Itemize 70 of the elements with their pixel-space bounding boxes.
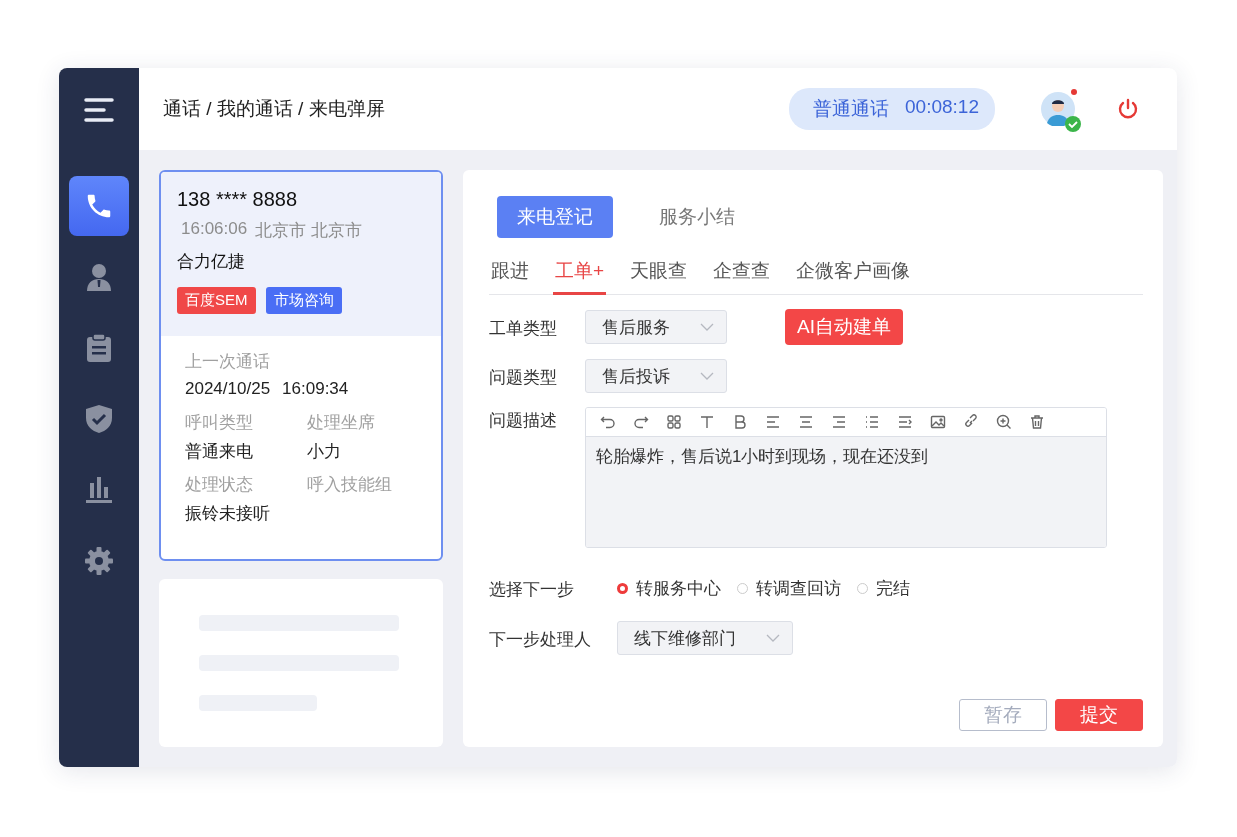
description-input[interactable]: 轮胎爆炸，售后说1小时到现场，现在还没到: [586, 437, 1106, 547]
chevron-down-icon: [700, 323, 714, 331]
field-label: 选择下一步: [489, 579, 575, 601]
radio-option[interactable]: 转调查回访: [737, 577, 841, 600]
clipboard-icon: [87, 334, 111, 362]
list-icon[interactable]: [864, 414, 880, 430]
field-value: 振铃未接听: [185, 503, 271, 525]
tab[interactable]: 工单+: [553, 254, 607, 295]
field-label: 上一次通话: [185, 351, 271, 373]
field-value: 小力: [307, 441, 342, 463]
field-label: 工单类型: [489, 317, 558, 340]
tab[interactable]: 来电登记: [497, 196, 613, 238]
company-name: 合力亿捷: [177, 251, 246, 273]
undo-icon[interactable]: [600, 414, 616, 430]
text-icon[interactable]: [699, 414, 715, 430]
bar-chart-icon: [86, 477, 112, 503]
tag: 市场咨询: [265, 287, 342, 314]
call-type: 普通通话: [813, 97, 890, 121]
field-label: 呼叫类型: [185, 412, 254, 434]
last-call-time: 16:09:34: [282, 379, 349, 399]
indent-icon[interactable]: [897, 414, 913, 430]
field-value: 普通来电: [185, 441, 254, 463]
tab[interactable]: 天眼查: [628, 254, 690, 295]
field-label: 问题描述: [489, 410, 558, 432]
menu-icon[interactable]: [84, 98, 114, 122]
field-label: 处理坐席: [307, 412, 376, 434]
submit-button[interactable]: 提交: [1055, 699, 1143, 731]
trash-icon[interactable]: [1029, 414, 1045, 430]
ai-create-button[interactable]: AI自动建单: [785, 309, 903, 345]
caller-location: 北京市 北京市: [255, 220, 362, 242]
align-left-icon[interactable]: [765, 414, 781, 430]
radio-label: 转服务中心: [636, 578, 721, 600]
shield-check-icon: [86, 405, 112, 433]
tab[interactable]: 服务小结: [639, 196, 755, 238]
breadcrumb: 通话 / 我的通话 / 来电弹屏: [163, 97, 386, 121]
redo-icon[interactable]: [633, 414, 649, 430]
call-timer: 00:08:12: [905, 96, 979, 119]
chevron-down-icon: [766, 634, 780, 642]
ticket-type-select[interactable]: 售后服务: [585, 310, 727, 344]
power-icon[interactable]: [1117, 98, 1139, 120]
radio-label: 完结: [876, 578, 910, 600]
call-time: 16:06:06: [181, 219, 248, 240]
caller-phone: 138 **** 8888: [177, 188, 299, 211]
bold-icon[interactable]: [732, 414, 748, 430]
zoom-in-icon[interactable]: [996, 414, 1012, 430]
tag: 百度SEM: [177, 287, 256, 314]
field-label: 下一步处理人: [489, 628, 592, 651]
link-icon[interactable]: [963, 414, 979, 430]
field-label: 呼入技能组: [307, 474, 393, 496]
grid-icon[interactable]: [666, 414, 682, 430]
settings-icon: [85, 547, 113, 575]
align-center-icon[interactable]: [798, 414, 814, 430]
user-avatar[interactable]: [1041, 92, 1075, 126]
image-icon[interactable]: [930, 414, 946, 430]
radio-label: 转调查回访: [756, 578, 841, 600]
radio-option[interactable]: 转服务中心: [617, 577, 721, 600]
chevron-down-icon: [700, 372, 714, 380]
tab[interactable]: 跟进: [489, 254, 531, 295]
align-right-icon[interactable]: [831, 414, 847, 430]
tab[interactable]: 企微客户画像: [794, 254, 913, 295]
last-call-date: 2024/10/25: [185, 379, 271, 399]
tab[interactable]: 企查查: [711, 254, 773, 295]
field-label: 问题类型: [489, 366, 558, 389]
handler-select[interactable]: 线下维修部门: [617, 621, 793, 655]
radio-button[interactable]: [617, 583, 628, 594]
person-icon: [86, 263, 112, 291]
field-label: 处理状态: [185, 474, 254, 496]
radio-option[interactable]: 完结: [857, 577, 910, 600]
issue-type-select[interactable]: 售后投诉: [585, 359, 727, 393]
sidebar-item[interactable]: [69, 176, 129, 236]
